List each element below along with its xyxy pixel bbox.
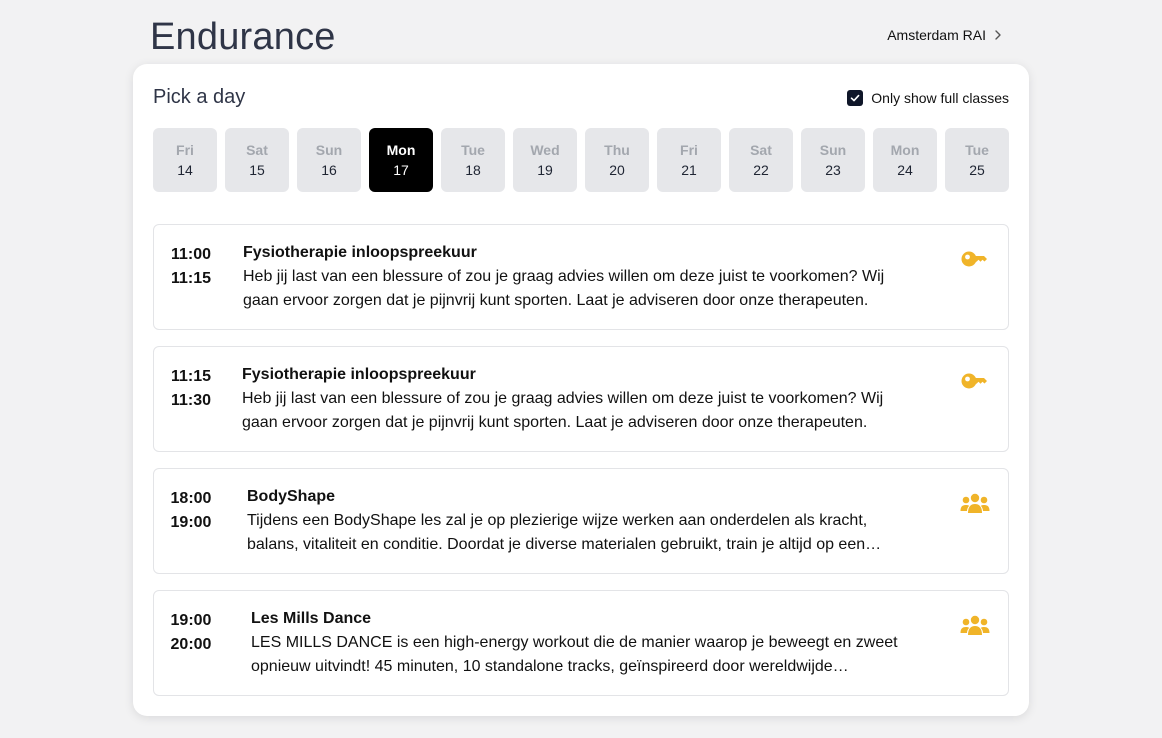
key-icon bbox=[961, 373, 987, 389]
key-icon bbox=[961, 251, 987, 267]
class-body: Fysiotherapie inloopspreekuur Heb jij la… bbox=[242, 363, 932, 435]
location-label: Amsterdam RAI bbox=[887, 27, 986, 43]
class-body: Les Mills Dance LES MILLS DANCE is een h… bbox=[251, 607, 941, 679]
class-name: BodyShape bbox=[247, 488, 336, 505]
day-number: 20 bbox=[609, 162, 625, 178]
day-button[interactable]: Wed 19 bbox=[513, 128, 577, 192]
day-name: Thu bbox=[604, 142, 630, 158]
class-card[interactable]: 19:00 20:00 Les Mills Dance LES MILLS DA… bbox=[153, 590, 1009, 696]
class-body: BodyShape Tijdens een BodyShape les zal … bbox=[247, 485, 937, 557]
day-name: Sat bbox=[246, 142, 268, 158]
class-description-line: gaan ervoor zorgen dat je pijnvrij kunt … bbox=[242, 414, 868, 431]
class-description-line: Heb jij last van een blessure of zou je … bbox=[242, 390, 884, 407]
day-button[interactable]: Sun 23 bbox=[801, 128, 865, 192]
day-button[interactable]: Sun 16 bbox=[297, 128, 361, 192]
full-classes-filter[interactable]: Only show full classes bbox=[847, 90, 1009, 106]
end-time: 11:15 bbox=[170, 270, 212, 287]
filter-label: Only show full classes bbox=[871, 90, 1009, 106]
schedule-card: Pick a day Only show full classes Fri 14 … bbox=[133, 64, 1029, 716]
page-header: Endurance Amsterdam RAI bbox=[150, 10, 1004, 62]
class-times: 19:00 20:00 bbox=[168, 609, 214, 657]
day-name: Wed bbox=[530, 142, 560, 158]
day-name: Fri bbox=[176, 142, 194, 158]
start-time: 11:15 bbox=[170, 368, 212, 385]
day-name: Tue bbox=[965, 142, 989, 158]
class-times: 18:00 19:00 bbox=[168, 487, 214, 535]
class-name: Les Mills Dance bbox=[251, 610, 372, 627]
class-card[interactable]: 11:15 11:30 Fysiotherapie inloopspreekuu… bbox=[153, 346, 1009, 452]
start-time: 19:00 bbox=[170, 612, 212, 629]
card-top: Pick a day Only show full classes bbox=[153, 86, 1009, 112]
end-time: 19:00 bbox=[170, 514, 212, 531]
start-time: 11:00 bbox=[170, 246, 212, 263]
day-button[interactable]: Thu 20 bbox=[585, 128, 649, 192]
class-body: Fysiotherapie inloopspreekuur Heb jij la… bbox=[243, 241, 933, 313]
class-times: 11:15 11:30 bbox=[168, 365, 214, 413]
class-card[interactable]: 18:00 19:00 BodyShape Tijdens een BodySh… bbox=[153, 468, 1009, 574]
end-time: 11:30 bbox=[170, 392, 212, 409]
class-name: Fysiotherapie inloopspreekuur bbox=[243, 244, 477, 261]
day-button[interactable]: Mon 24 bbox=[873, 128, 937, 192]
end-time: 20:00 bbox=[170, 636, 212, 653]
class-name: Fysiotherapie inloopspreekuur bbox=[242, 366, 476, 383]
day-button[interactable]: Mon 17 bbox=[369, 128, 433, 192]
class-description-line: Tijdens een BodyShape les zal je op plez… bbox=[247, 512, 868, 529]
day-button[interactable]: Sat 22 bbox=[729, 128, 793, 192]
day-button[interactable]: Fri 14 bbox=[153, 128, 217, 192]
day-number: 18 bbox=[465, 162, 481, 178]
day-number: 22 bbox=[753, 162, 769, 178]
day-name: Sun bbox=[819, 142, 847, 158]
day-number: 16 bbox=[321, 162, 337, 178]
day-number: 25 bbox=[969, 162, 985, 178]
day-name: Mon bbox=[386, 142, 416, 158]
class-description-line: balans, vitaliteit en conditie. Doordat … bbox=[247, 536, 882, 553]
day-button[interactable]: Sat 15 bbox=[225, 128, 289, 192]
start-time: 18:00 bbox=[170, 490, 212, 507]
class-description-line: Heb jij last van een blessure of zou je … bbox=[243, 268, 885, 285]
group-icon bbox=[960, 493, 990, 513]
class-description-line: gaan ervoor zorgen dat je pijnvrij kunt … bbox=[243, 292, 869, 309]
class-times: 11:00 11:15 bbox=[168, 243, 214, 291]
day-button[interactable]: Fri 21 bbox=[657, 128, 721, 192]
location-link[interactable]: Amsterdam RAI bbox=[887, 27, 1004, 43]
class-description-line: opnieuw uitvindt! 45 minuten, 10 standal… bbox=[251, 658, 849, 675]
day-number: 14 bbox=[177, 162, 193, 178]
day-name: Fri bbox=[680, 142, 698, 158]
day-number: 15 bbox=[249, 162, 265, 178]
day-number: 23 bbox=[825, 162, 841, 178]
filter-checkbox[interactable] bbox=[847, 90, 864, 106]
day-number: 21 bbox=[681, 162, 697, 178]
day-name: Tue bbox=[461, 142, 485, 158]
day-button[interactable]: Tue 25 bbox=[945, 128, 1009, 192]
day-number: 24 bbox=[897, 162, 913, 178]
group-icon bbox=[960, 615, 990, 635]
day-name: Sun bbox=[315, 142, 343, 158]
page-title: Endurance bbox=[150, 16, 336, 58]
day-name: Sat bbox=[750, 142, 772, 158]
day-number: 17 bbox=[393, 162, 409, 178]
chevron-right-icon bbox=[995, 30, 1001, 40]
check-icon bbox=[850, 94, 860, 102]
section-title: Pick a day bbox=[153, 86, 246, 108]
class-description-line: LES MILLS DANCE is een high-energy worko… bbox=[251, 634, 898, 651]
day-button[interactable]: Tue 18 bbox=[441, 128, 505, 192]
class-list: 11:00 11:15 Fysiotherapie inloopspreekuu… bbox=[153, 224, 1009, 712]
day-name: Mon bbox=[890, 142, 920, 158]
day-picker: Fri 14 Sat 15 Sun 16 Mon 17 Tue 18 Wed 19 Thu 2… bbox=[153, 128, 1009, 192]
day-number: 19 bbox=[537, 162, 553, 178]
class-card[interactable]: 11:00 11:15 Fysiotherapie inloopspreekuu… bbox=[153, 224, 1009, 330]
